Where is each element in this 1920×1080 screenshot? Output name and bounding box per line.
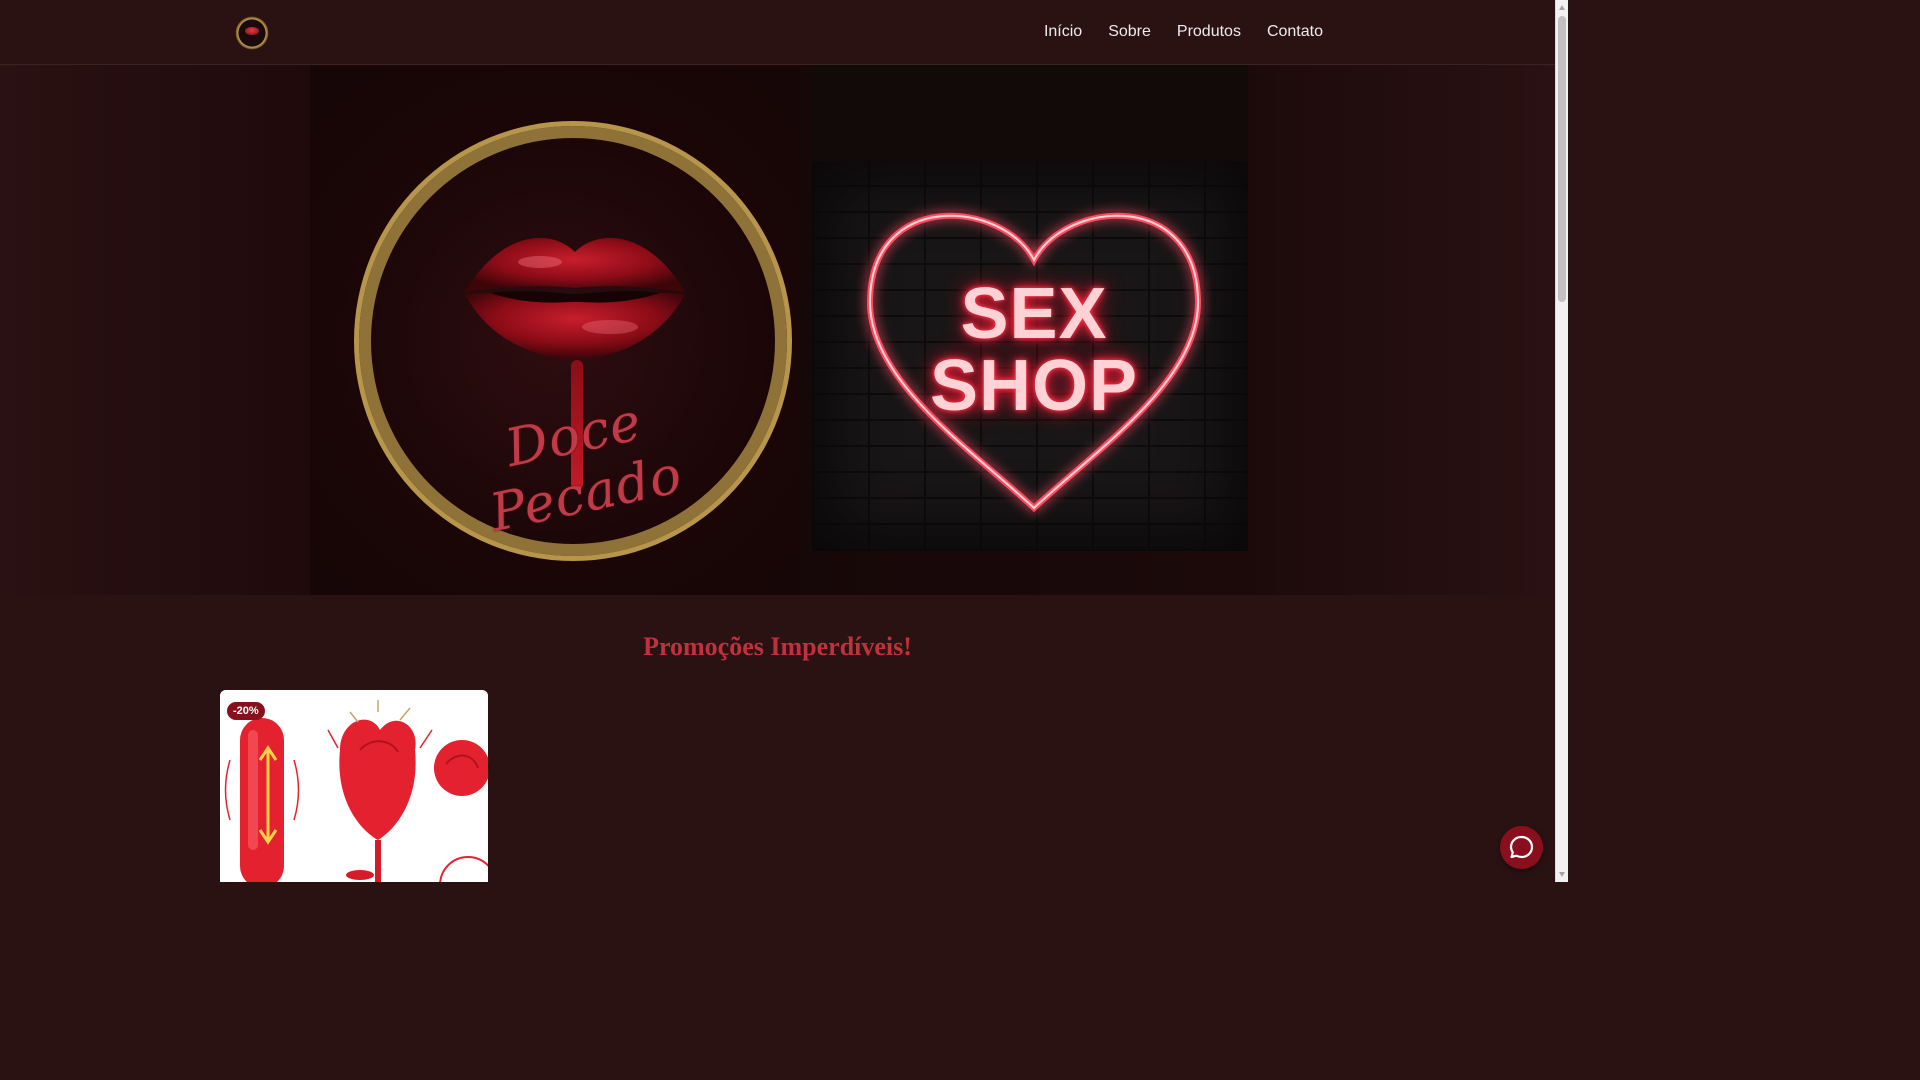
chat-button[interactable] bbox=[1500, 826, 1543, 869]
vertical-scrollbar[interactable] bbox=[1555, 0, 1568, 882]
nav-item-produtos[interactable]: Produtos bbox=[1177, 22, 1241, 42]
nav-item-sobre[interactable]: Sobre bbox=[1108, 22, 1151, 42]
neon-heart-sign: SEX SHOP bbox=[852, 190, 1216, 520]
discount-badge: -20% bbox=[227, 702, 265, 720]
neon-panel-top bbox=[812, 65, 1248, 161]
main-nav: Início Sobre Produtos Contato bbox=[1044, 22, 1323, 42]
neon-text-sex: SEX bbox=[960, 274, 1108, 354]
nav-item-contato[interactable]: Contato bbox=[1267, 22, 1323, 42]
page: Início Sobre Produtos Contato Doce Pecad… bbox=[0, 0, 1555, 882]
neon-text-shop: SHOP bbox=[929, 346, 1139, 426]
logo-lips-icon bbox=[245, 27, 259, 35]
nav-item-inicio[interactable]: Início bbox=[1044, 22, 1082, 42]
scroll-up-arrow-icon[interactable] bbox=[1559, 5, 1565, 10]
scroll-down-arrow-icon[interactable] bbox=[1559, 872, 1565, 877]
logo-icon[interactable] bbox=[235, 16, 269, 50]
chat-bubble-icon bbox=[1509, 835, 1534, 859]
site-header: Início Sobre Produtos Contato bbox=[0, 0, 1555, 65]
lips-icon bbox=[465, 237, 685, 359]
product-card[interactable]: -20% bbox=[220, 690, 488, 882]
scroll-thumb[interactable] bbox=[1558, 16, 1566, 302]
promo-section-title: Promoções Imperdíveis! bbox=[643, 632, 912, 661]
